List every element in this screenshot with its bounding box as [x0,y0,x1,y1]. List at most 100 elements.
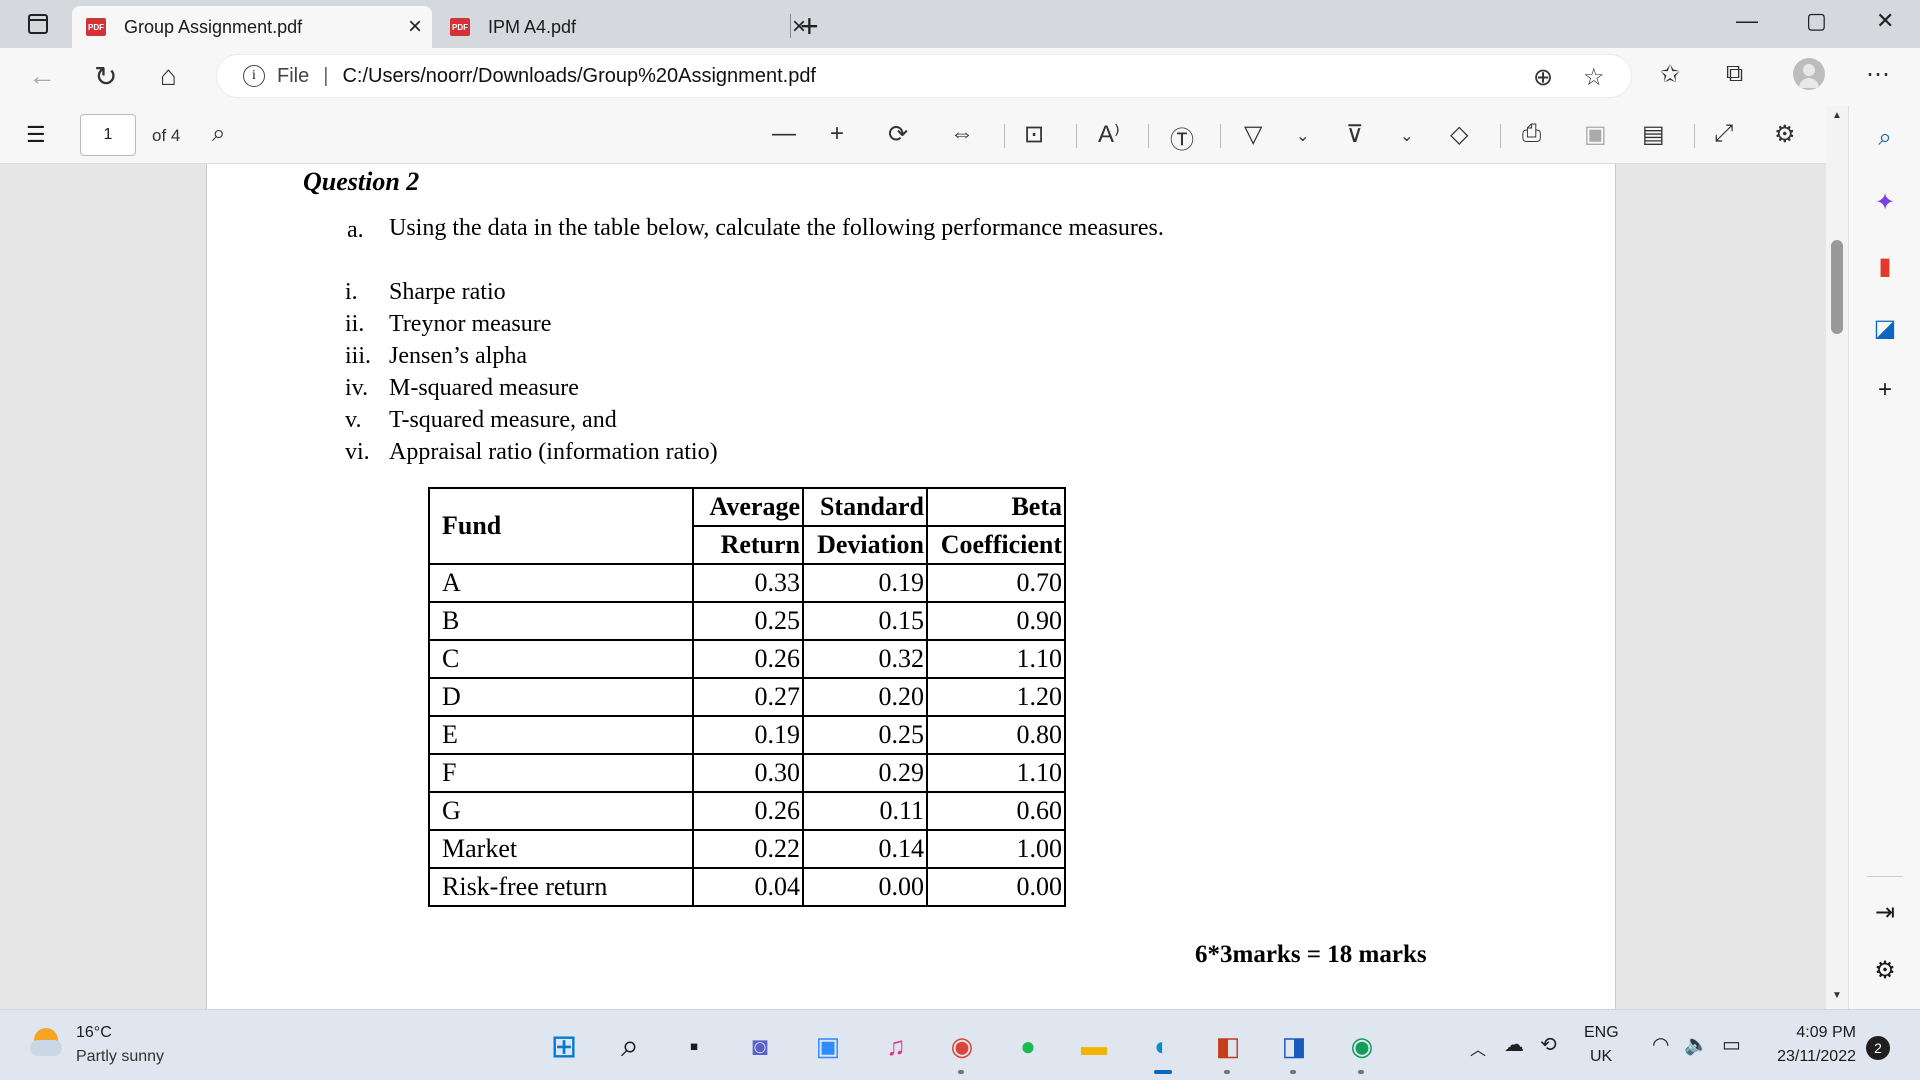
standard-deviation: 0.19 [802,563,928,603]
save-icon[interactable]: ▣ [1584,120,1607,149]
file-explorer-icon[interactable]: ▬ [1074,1026,1114,1066]
maximize-button[interactable]: ▢ [1806,8,1827,34]
fit-width-icon[interactable]: ⇔ [950,120,974,148]
clock-date[interactable]: 23/11/2022 [1752,1048,1856,1066]
spotify-icon[interactable]: ● [1008,1026,1048,1066]
part-a-text: Using the data in the table below, calcu… [389,215,1164,241]
standard-deviation: 0.29 [802,753,928,793]
office-icon[interactable]: ▮ [1871,252,1899,280]
chrome-profile-icon[interactable]: ◉ [1342,1026,1382,1066]
collections-icon[interactable]: ⧉ [1726,60,1743,88]
table-of-contents-icon[interactable]: ☰ [26,122,46,148]
close-window-button[interactable]: ✕ [1876,8,1894,34]
info-icon[interactable]: i [243,65,265,87]
toolbar-divider [1220,124,1221,148]
language-indicator[interactable]: ENG [1584,1024,1619,1042]
settings-icon[interactable]: ⚙ [1774,120,1796,149]
start-icon[interactable]: ⊞ [544,1026,584,1066]
rotate-icon[interactable]: ⟳ [888,120,908,149]
zoom-icon[interactable]: ⊕ [1533,63,1553,92]
teams-chat-icon[interactable]: ◙ [740,1026,780,1066]
page-number-input[interactable]: 1 [80,114,136,156]
clock-time[interactable]: 4:09 PM [1752,1024,1856,1042]
add-favorite-icon[interactable]: ☆ [1583,63,1605,92]
find-icon[interactable]: ⌕ [212,120,225,148]
volume-icon[interactable]: 🔈 [1684,1032,1709,1057]
show-hidden-icons-icon[interactable]: ︿ [1470,1036,1486,1060]
add-text-icon[interactable]: Ⓣ [1170,120,1194,155]
scroll-up-icon[interactable]: ▲ [1832,110,1842,121]
beta-coefficient: 1.20 [926,677,1066,717]
wifi-icon[interactable]: ◠ [1652,1032,1669,1057]
scroll-down-icon[interactable]: ▼ [1832,990,1842,1001]
highlight-options-chevron-icon[interactable]: ⌄ [1400,126,1413,146]
table-row: E 0.19 0.25 0.80 [428,715,1066,755]
tab-group-assignment[interactable]: PDF Group Assignment.pdf × [72,6,432,48]
print-icon[interactable]: ⎙ [1522,120,1541,148]
partly-sunny-icon[interactable] [30,1026,64,1060]
keyboard-layout-indicator[interactable]: UK [1590,1048,1612,1066]
powerpoint-icon[interactable]: ◧ [1208,1026,1248,1066]
sidebar-divider [1867,876,1903,877]
profile-avatar[interactable] [1793,58,1825,90]
standard-deviation: 0.25 [802,715,928,755]
highlight-icon[interactable]: ⊽ [1346,120,1364,149]
minimize-button[interactable]: — [1736,8,1758,34]
beta-coefficient: 0.90 [926,601,1066,641]
fund-name: Risk-free return [428,867,694,907]
read-aloud-icon[interactable]: A⁾ [1098,120,1120,149]
erase-icon[interactable]: ◇ [1450,120,1468,149]
sync-icon[interactable]: ⟲ [1540,1032,1557,1057]
home-icon[interactable]: ⌂ [160,60,177,92]
fund-name: F [428,753,694,793]
zoom-app-icon[interactable]: ▣ [808,1026,848,1066]
favorites-icon[interactable]: ✩ [1660,60,1680,89]
measure-text: Jensen’s alpha [389,343,527,369]
draw-icon[interactable]: ▽ [1244,120,1262,149]
pdf-viewer[interactable]: Question 2 a. Using the data in the tabl… [0,164,1828,1009]
discover-icon[interactable]: ✦ [1871,188,1899,216]
fullscreen-icon[interactable]: ⤢ [1714,120,1733,148]
search-icon[interactable]: ⌕ [610,1026,650,1066]
notification-badge[interactable]: 2 [1866,1036,1890,1060]
fund-name: G [428,791,694,831]
tab-ipm-a4[interactable]: PDF IPM A4.pdf × [436,6,816,48]
add-app-icon[interactable]: + [1871,376,1899,404]
battery-icon[interactable]: ▭ [1722,1032,1741,1057]
edge-icon[interactable]: ◐ [1142,1026,1182,1066]
fund-name: D [428,677,694,717]
beta-coefficient: 0.00 [926,867,1066,907]
page-count: of 4 [152,126,181,145]
sidebar-settings-icon[interactable]: ⚙ [1871,956,1899,984]
scrollbar-thumb[interactable] [1831,240,1843,334]
page-view-icon[interactable]: ⊡ [1024,120,1044,149]
itunes-icon[interactable]: ♫ [876,1026,916,1066]
weather-description[interactable]: Partly sunny [76,1048,164,1066]
zoom-out-icon[interactable]: — [772,120,796,148]
outlook-icon[interactable]: ◪ [1871,314,1899,342]
tab-close-icon[interactable]: × [398,13,432,41]
hide-sidebar-icon[interactable]: ⇥ [1871,898,1899,926]
average-return: 0.19 [692,715,804,755]
vertical-scrollbar[interactable]: ▲ ▼ [1826,106,1848,1009]
weather-temperature[interactable]: 16°C [76,1024,112,1042]
tab-actions-icon[interactable] [28,14,48,34]
title-bar: PDF Group Assignment.pdf × PDF IPM A4.pd… [0,0,1920,48]
active-indicator [1154,1070,1172,1074]
onedrive-icon[interactable]: ☁ [1504,1032,1524,1057]
tab-title: IPM A4.pdf [488,16,577,37]
average-return: 0.26 [692,639,804,679]
more-options-icon[interactable]: ⋯ [1866,60,1890,89]
running-indicator [1358,1070,1364,1074]
back-icon[interactable]: ← [28,60,56,92]
search-icon[interactable]: ⌕ [1871,124,1899,152]
save-as-icon[interactable]: ▤ [1642,120,1665,149]
word-icon[interactable]: ◨ [1274,1026,1314,1066]
refresh-icon[interactable]: ↻ [94,60,117,93]
zoom-in-icon[interactable]: + [830,120,844,148]
new-tab-button[interactable]: + [800,8,819,45]
url-input[interactable]: i File | C:/Users/noorr/Downloads/Group%… [216,54,1632,98]
chrome-icon[interactable]: ◉ [942,1026,982,1066]
draw-options-chevron-icon[interactable]: ⌄ [1296,126,1309,146]
task-view-icon[interactable]: ▪ [674,1026,714,1066]
